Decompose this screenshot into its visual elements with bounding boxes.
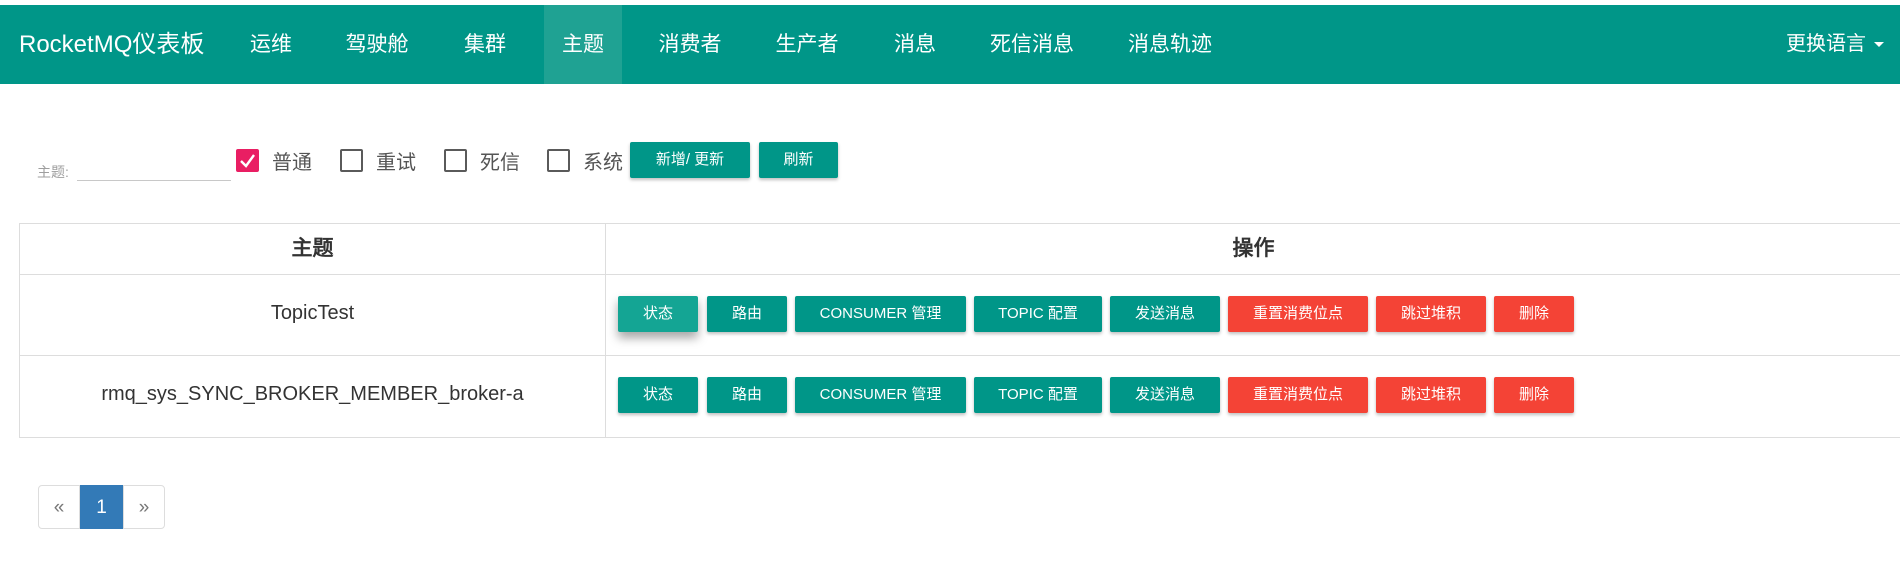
header-topic: 主题 <box>291 237 334 260</box>
nav-item-cluster[interactable]: 集群 <box>450 5 520 84</box>
caret-down-icon <box>1874 42 1884 48</box>
topic-name: TopicTest <box>270 302 355 324</box>
skip-accumulate-button[interactable]: 跳过堆积 <box>1376 377 1486 413</box>
route-button[interactable]: 路由 <box>707 377 787 413</box>
nav-item-dlq-message[interactable]: 死信消息 <box>982 5 1082 84</box>
checkbox-normal[interactable]: 普通 <box>236 145 312 175</box>
reset-offset-button[interactable]: 重置消费位点 <box>1228 377 1368 413</box>
skip-accumulate-button[interactable]: 跳过堆积 <box>1376 296 1486 332</box>
consumer-manage-button[interactable]: CONSUMER 管理 <box>795 296 966 332</box>
topic-config-button[interactable]: TOPIC 配置 <box>974 377 1102 413</box>
consumer-manage-button[interactable]: CONSUMER 管理 <box>795 377 966 413</box>
delete-button[interactable]: 删除 <box>1494 377 1574 413</box>
nav-item-topic[interactable]: 主题 <box>544 5 622 84</box>
topic-config-button[interactable]: TOPIC 配置 <box>974 296 1102 332</box>
delete-button[interactable]: 删除 <box>1494 296 1574 332</box>
topic-table: 主题 操作 TopicTest 状态 路由 CONSUMER 管理 TOPIC … <box>19 223 1900 438</box>
checkbox-retry[interactable]: 重试 <box>340 145 416 175</box>
checkbox-system-label: 系统 <box>583 151 623 174</box>
checkbox-dlq[interactable]: 死信 <box>444 145 520 175</box>
add-update-button[interactable]: 新增/ 更新 <box>630 142 750 178</box>
nav-item-message-trace[interactable]: 消息轨迹 <box>1116 5 1224 84</box>
route-button[interactable]: 路由 <box>707 296 787 332</box>
checkbox-unchecked-icon <box>547 148 570 172</box>
nav-item-ops[interactable]: 运维 <box>232 5 310 84</box>
language-label: 更换语言 <box>1786 33 1866 55</box>
topic-filter-input[interactable] <box>77 152 231 181</box>
checkbox-retry-label: 重试 <box>376 151 416 174</box>
row-divider <box>20 355 1900 356</box>
pagination-prev[interactable]: « <box>38 485 80 529</box>
top-navbar: RocketMQ仪表板 运维 驾驶舱 集群 主题 消费者 生产者 消息 死信消息… <box>0 5 1900 84</box>
brand-title[interactable]: RocketMQ仪表板 <box>19 5 204 84</box>
topic-filter-label: 主题: <box>37 164 69 180</box>
checkbox-dlq-label: 死信 <box>480 151 520 174</box>
checkbox-unchecked-icon <box>340 148 363 172</box>
pagination-next[interactable]: » <box>123 485 165 529</box>
checkbox-checked-icon <box>236 148 259 172</box>
status-button[interactable]: 状态 <box>618 296 698 332</box>
topic-name: rmq_sys_SYNC_BROKER_MEMBER_broker-a <box>101 383 524 405</box>
nav-item-consumer[interactable]: 消费者 <box>648 5 732 84</box>
header-operation: 操作 <box>1232 237 1275 260</box>
reset-offset-button[interactable]: 重置消费位点 <box>1228 296 1368 332</box>
language-dropdown[interactable]: 更换语言 <box>1786 5 1884 84</box>
send-message-button[interactable]: 发送消息 <box>1110 296 1220 332</box>
pagination-page-current[interactable]: 1 <box>80 485 123 529</box>
refresh-button[interactable]: 刷新 <box>759 142 838 178</box>
status-button[interactable]: 状态 <box>618 377 698 413</box>
checkbox-normal-label: 普通 <box>272 151 312 174</box>
nav-item-producer[interactable]: 生产者 <box>765 5 849 84</box>
nav-item-dashboard[interactable]: 驾驶舱 <box>332 5 422 84</box>
checkbox-unchecked-icon <box>444 148 467 172</box>
row-divider <box>20 274 1900 275</box>
checkbox-system[interactable]: 系统 <box>547 145 623 175</box>
nav-item-message[interactable]: 消息 <box>878 5 952 84</box>
send-message-button[interactable]: 发送消息 <box>1110 377 1220 413</box>
pagination: « 1 » <box>38 485 165 529</box>
